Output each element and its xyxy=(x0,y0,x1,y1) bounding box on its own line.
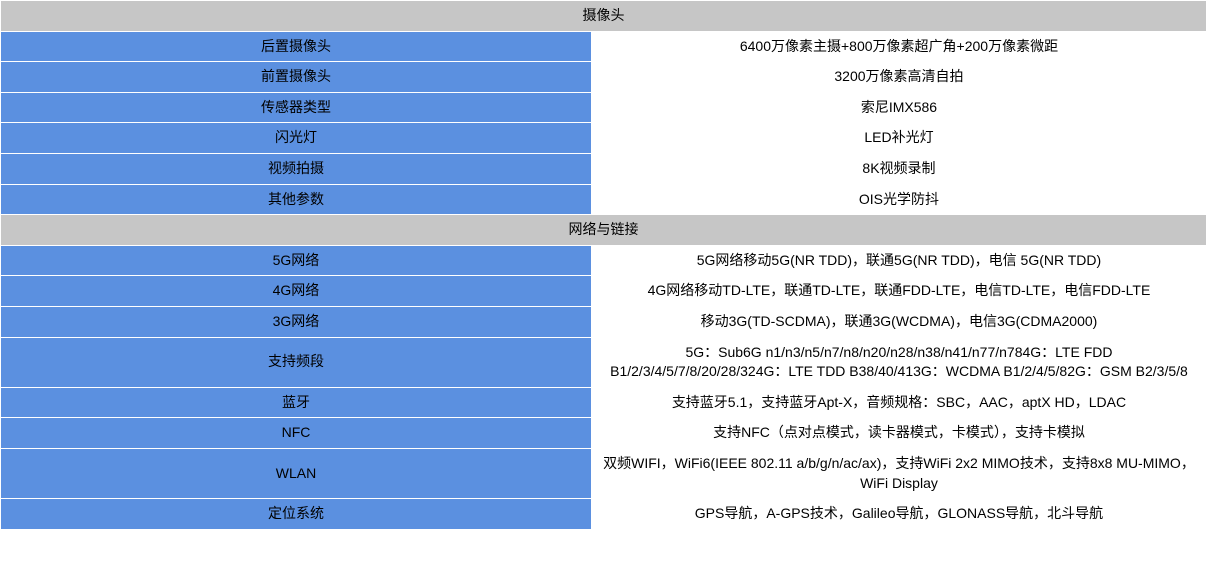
spec-value: 双频WIFI，WiFi6(IEEE 802.11 a/b/g/n/ac/ax)，… xyxy=(591,448,1206,498)
spec-label: 传感器类型 xyxy=(1,92,592,123)
table-row: 后置摄像头6400万像素主摄+800万像素超广角+200万像素微距 xyxy=(1,31,1207,62)
spec-value: OIS光学防抖 xyxy=(591,184,1206,215)
spec-label: 定位系统 xyxy=(1,499,592,530)
spec-label: 4G网络 xyxy=(1,276,592,307)
spec-label: WLAN xyxy=(1,448,592,498)
table-row: 定位系统GPS导航，A-GPS技术，Galileo导航，GLONASS导航，北斗… xyxy=(1,499,1207,530)
table-row: 其他参数OIS光学防抖 xyxy=(1,184,1207,215)
spec-value: 3200万像素高清自拍 xyxy=(591,62,1206,93)
spec-label: 闪光灯 xyxy=(1,123,592,154)
table-row: 3G网络移动3G(TD-SCDMA)，联通3G(WCDMA)，电信3G(CDMA… xyxy=(1,306,1207,337)
section-header: 摄像头 xyxy=(1,1,1207,32)
spec-value: 8K视频录制 xyxy=(591,153,1206,184)
spec-table-body: 摄像头后置摄像头6400万像素主摄+800万像素超广角+200万像素微距前置摄像… xyxy=(1,1,1207,530)
spec-value: 5G网络移动5G(NR TDD)，联通5G(NR TDD)，电信 5G(NR T… xyxy=(591,245,1206,276)
table-row: 蓝牙支持蓝牙5.1，支持蓝牙Apt-X，音频规格：SBC，AAC，aptX HD… xyxy=(1,387,1207,418)
table-row: WLAN双频WIFI，WiFi6(IEEE 802.11 a/b/g/n/ac/… xyxy=(1,448,1207,498)
spec-value: GPS导航，A-GPS技术，Galileo导航，GLONASS导航，北斗导航 xyxy=(591,499,1206,530)
spec-label: 5G网络 xyxy=(1,245,592,276)
spec-label: 后置摄像头 xyxy=(1,31,592,62)
spec-label: NFC xyxy=(1,418,592,449)
spec-value: 5G：Sub6G n1/n3/n5/n7/n8/n20/n28/n38/n41/… xyxy=(591,337,1206,387)
table-row: 闪光灯LED补光灯 xyxy=(1,123,1207,154)
section-header: 网络与链接 xyxy=(1,215,1207,246)
table-row: 前置摄像头3200万像素高清自拍 xyxy=(1,62,1207,93)
spec-value: 索尼IMX586 xyxy=(591,92,1206,123)
table-row: 视频拍摄8K视频录制 xyxy=(1,153,1207,184)
spec-value: LED补光灯 xyxy=(591,123,1206,154)
table-row: NFC支持NFC（点对点模式，读卡器模式，卡模式），支持卡模拟 xyxy=(1,418,1207,449)
spec-value: 移动3G(TD-SCDMA)，联通3G(WCDMA)，电信3G(CDMA2000… xyxy=(591,306,1206,337)
spec-label: 支持频段 xyxy=(1,337,592,387)
spec-value: 支持NFC（点对点模式，读卡器模式，卡模式），支持卡模拟 xyxy=(591,418,1206,449)
spec-label: 3G网络 xyxy=(1,306,592,337)
spec-label: 视频拍摄 xyxy=(1,153,592,184)
spec-label: 其他参数 xyxy=(1,184,592,215)
spec-value: 6400万像素主摄+800万像素超广角+200万像素微距 xyxy=(591,31,1206,62)
table-row: 支持频段5G：Sub6G n1/n3/n5/n7/n8/n20/n28/n38/… xyxy=(1,337,1207,387)
spec-value: 4G网络移动TD-LTE，联通TD-LTE，联通FDD-LTE，电信TD-LTE… xyxy=(591,276,1206,307)
spec-label: 前置摄像头 xyxy=(1,62,592,93)
spec-table: 摄像头后置摄像头6400万像素主摄+800万像素超广角+200万像素微距前置摄像… xyxy=(0,0,1207,530)
table-row: 传感器类型索尼IMX586 xyxy=(1,92,1207,123)
table-row: 4G网络4G网络移动TD-LTE，联通TD-LTE，联通FDD-LTE，电信TD… xyxy=(1,276,1207,307)
spec-label: 蓝牙 xyxy=(1,387,592,418)
spec-value: 支持蓝牙5.1，支持蓝牙Apt-X，音频规格：SBC，AAC，aptX HD，L… xyxy=(591,387,1206,418)
table-row: 5G网络5G网络移动5G(NR TDD)，联通5G(NR TDD)，电信 5G(… xyxy=(1,245,1207,276)
